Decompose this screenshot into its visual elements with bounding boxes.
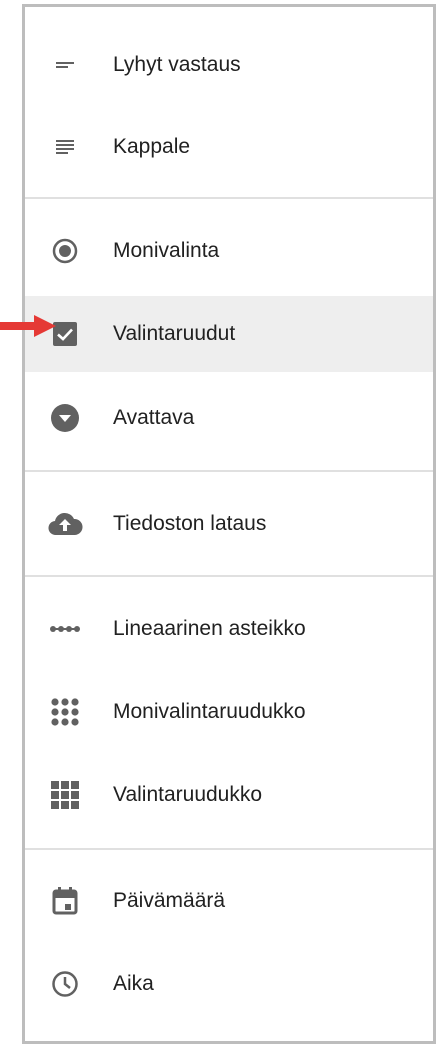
menu-item-linear-scale[interactable]: Lineaarinen asteikko bbox=[25, 591, 433, 667]
divider bbox=[25, 575, 433, 577]
menu-item-checkboxes[interactable]: Valintaruudut bbox=[25, 296, 433, 372]
question-type-menu: Lyhyt vastaus Kappale Monivalinta Valint… bbox=[22, 4, 436, 1044]
menu-item-label: Monivalintaruudukko bbox=[113, 700, 306, 723]
menu-item-date[interactable]: Päivämäärä bbox=[25, 863, 433, 939]
menu-item-time[interactable]: Aika bbox=[25, 946, 433, 1022]
menu-item-short-answer[interactable]: Lyhyt vastaus bbox=[25, 27, 433, 103]
paragraph-icon bbox=[45, 127, 85, 167]
clock-icon bbox=[45, 964, 85, 1004]
menu-item-checkbox-grid[interactable]: Valintaruudukko bbox=[25, 757, 433, 833]
cloud-upload-icon bbox=[45, 504, 85, 544]
menu-item-label: Aika bbox=[113, 972, 154, 995]
divider bbox=[25, 470, 433, 472]
dropdown-icon bbox=[45, 398, 85, 438]
square-grid-icon bbox=[45, 775, 85, 815]
menu-item-label: Valintaruudukko bbox=[113, 783, 263, 806]
short-text-icon bbox=[45, 45, 85, 85]
menu-item-label: Avattava bbox=[113, 406, 195, 429]
menu-item-file-upload[interactable]: Tiedoston lataus bbox=[25, 486, 433, 562]
menu-item-label: Lyhyt vastaus bbox=[113, 53, 241, 76]
menu-item-dropdown[interactable]: Avattava bbox=[25, 380, 433, 456]
linear-scale-icon bbox=[45, 609, 85, 649]
menu-item-label: Päivämäärä bbox=[113, 889, 226, 912]
radio-button-icon bbox=[45, 231, 85, 271]
pointer-arrow-icon bbox=[0, 315, 56, 337]
divider bbox=[25, 197, 433, 199]
menu-item-multiple-choice-grid[interactable]: Monivalintaruudukko bbox=[25, 674, 433, 750]
calendar-icon bbox=[45, 881, 85, 921]
menu-item-multiple-choice[interactable]: Monivalinta bbox=[25, 213, 433, 289]
menu-item-label: Monivalinta bbox=[113, 239, 220, 262]
divider bbox=[25, 848, 433, 850]
menu-item-label: Valintaruudut bbox=[113, 322, 236, 345]
menu-item-paragraph[interactable]: Kappale bbox=[25, 109, 433, 185]
menu-item-label: Tiedoston lataus bbox=[113, 512, 267, 535]
menu-item-label: Kappale bbox=[113, 135, 191, 158]
dot-grid-icon bbox=[45, 692, 85, 732]
menu-item-label: Lineaarinen asteikko bbox=[113, 617, 306, 640]
